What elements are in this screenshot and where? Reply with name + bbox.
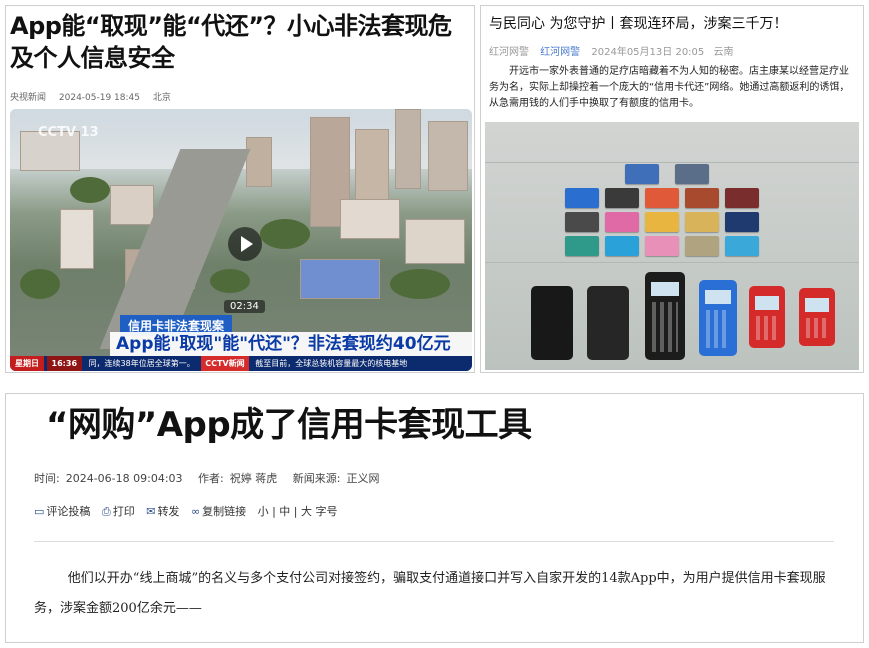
mobile-phone [531, 286, 573, 360]
credit-card [675, 164, 709, 184]
credit-card [725, 188, 759, 208]
pos-keypad [706, 310, 730, 348]
mobile-phone [587, 286, 629, 360]
building [405, 219, 465, 264]
pos-terminal-black [645, 272, 685, 360]
font-size-switch[interactable]: 小 | 中 | 大 字号 [258, 505, 338, 518]
link-icon: ∞ [190, 505, 201, 518]
tree [70, 177, 110, 203]
floor-line [485, 162, 859, 163]
pos-keypad [806, 318, 828, 338]
credit-card [645, 236, 679, 256]
pos-keypad [652, 302, 678, 352]
news-card-zhengyi: “网购”App成了信用卡套现工具 时间: 2024-06-18 09:04:03 … [5, 393, 864, 643]
copy-link-button[interactable]: ∞ 复制链接 [191, 505, 246, 518]
credit-card [605, 212, 639, 232]
credit-card [725, 236, 759, 256]
mail-icon: ✉ [146, 505, 156, 518]
article-author: 祝婷 蒋虎 [229, 472, 278, 485]
credit-card [725, 212, 759, 232]
video-headline: App能"取现"能"代还"？非法套现约40亿元 [110, 332, 472, 356]
article-datetime: 2024-05-19 18:45 [58, 93, 140, 103]
floor-line [485, 262, 859, 263]
ticker-time: 16:36 [46, 356, 83, 371]
article-title[interactable]: App能“取现”能“代还”？小心非法套现危及个人信息安全 [10, 10, 470, 74]
pos-screen [651, 282, 679, 296]
video-ticker: 星期日 16:36 同，连续38年位居全球第一。 CCTV新闻 截至目前，全球总… [10, 356, 472, 371]
tree [260, 219, 310, 249]
pos-terminal-blue [699, 280, 737, 356]
forward-button[interactable]: ✉ 转发 [146, 505, 179, 518]
source-label: 新闻来源: 正义网 [292, 472, 380, 485]
building [340, 199, 400, 239]
credit-card [685, 236, 719, 256]
building [428, 121, 468, 191]
pos-terminal-red [749, 286, 785, 348]
article-meta: 时间: 2024-06-18 09:04:03 作者: 祝婷 蒋虎 新闻来源: 正义网 [34, 470, 391, 486]
article-source: 央视新闻 [10, 93, 47, 103]
tree [20, 269, 60, 299]
credit-card [625, 164, 659, 184]
time-label: 时间: 2024-06-18 09:04:03 [34, 472, 183, 485]
news-card-honghe: 与民同心 为您守护丨套现连环局，涉案三千万！ 红河网警 红河网警 2024年05… [480, 5, 864, 373]
tree [390, 269, 450, 299]
video-duration: 02:34 [224, 300, 265, 313]
credit-card [565, 188, 599, 208]
article-title[interactable]: 与民同心 为您守护丨套现连环局，涉案三千万！ [489, 14, 787, 34]
article-meta: 央视新闻 2024-05-19 18:45 北京 [10, 90, 181, 103]
article-toolbar: ▭ 评论投稿 ⎙ 打印 ✉ 转发 ∞ 复制链接 小 | 中 | 大 字号 [34, 503, 346, 519]
building [246, 137, 272, 187]
credit-card [685, 188, 719, 208]
article-body: 开远市一家外表普通的足疗店暗藏着不为人知的秘密。店主康某以经营足疗业务为名，实际… [489, 66, 850, 109]
credit-card [685, 212, 719, 232]
comment-icon: ▭ [34, 505, 45, 518]
pos-screen [805, 298, 829, 312]
article-meta: 红河网警 红河网警 2024年05月13日 20:05 云南 [489, 43, 733, 58]
article-source: 红河网警 [489, 47, 529, 58]
news-card-cctv: App能“取现”能“代还”？小心非法套现危及个人信息安全 央视新闻 2024-0… [5, 5, 475, 373]
credit-card [565, 212, 599, 232]
pos-keypad [756, 316, 778, 340]
credit-card [605, 188, 639, 208]
author-label: 作者: 祝婷 蒋虎 [198, 472, 278, 485]
ticker-day: 星期日 [10, 356, 44, 371]
seized-cards-photo [485, 122, 859, 370]
pos-screen [705, 290, 731, 304]
print-button[interactable]: ⎙ 打印 [102, 505, 135, 518]
tree [210, 269, 250, 293]
article-time: 2024-06-18 09:04:03 [65, 472, 183, 485]
divider [34, 541, 834, 542]
pos-terminal-red [799, 288, 835, 346]
play-icon[interactable] [228, 227, 262, 261]
article-datetime: 2024年05月13日 20:05 [591, 47, 705, 58]
article-location: 云南 [713, 47, 734, 58]
credit-card [645, 188, 679, 208]
print-icon: ⎙ [101, 505, 111, 518]
article-source-link[interactable]: 红河网警 [540, 47, 580, 58]
ticker-left-text: 同，连续38年位居全球第一。 [88, 359, 195, 368]
building-blue-roof [300, 259, 380, 299]
credit-card [645, 212, 679, 232]
cctv-watermark: CCTV 13 [38, 125, 99, 140]
article-body: 他们以开办“线上商城”的名义与多个支付公司对接签约，骗取支付通道接口并写入自家开… [34, 571, 826, 616]
comment-button[interactable]: ▭ 评论投稿 [34, 505, 90, 518]
ticker-logo: CCTV新闻 [201, 356, 249, 371]
building [60, 209, 94, 269]
building [395, 109, 421, 189]
credit-card [605, 236, 639, 256]
building [110, 185, 154, 225]
article-location: 北京 [152, 93, 171, 103]
video-player[interactable]: CCTV 13 02:34 信用卡非法套现案 App能"取现"能"代还"？非法套… [10, 109, 472, 371]
credit-card [565, 236, 599, 256]
article-source: 正义网 [346, 472, 380, 485]
article-title[interactable]: “网购”App成了信用卡套现工具 [46, 400, 532, 450]
ticker-right-text: 截至目前，全球总装机容量最大的核电基地 [255, 359, 408, 368]
pos-screen [755, 296, 779, 310]
